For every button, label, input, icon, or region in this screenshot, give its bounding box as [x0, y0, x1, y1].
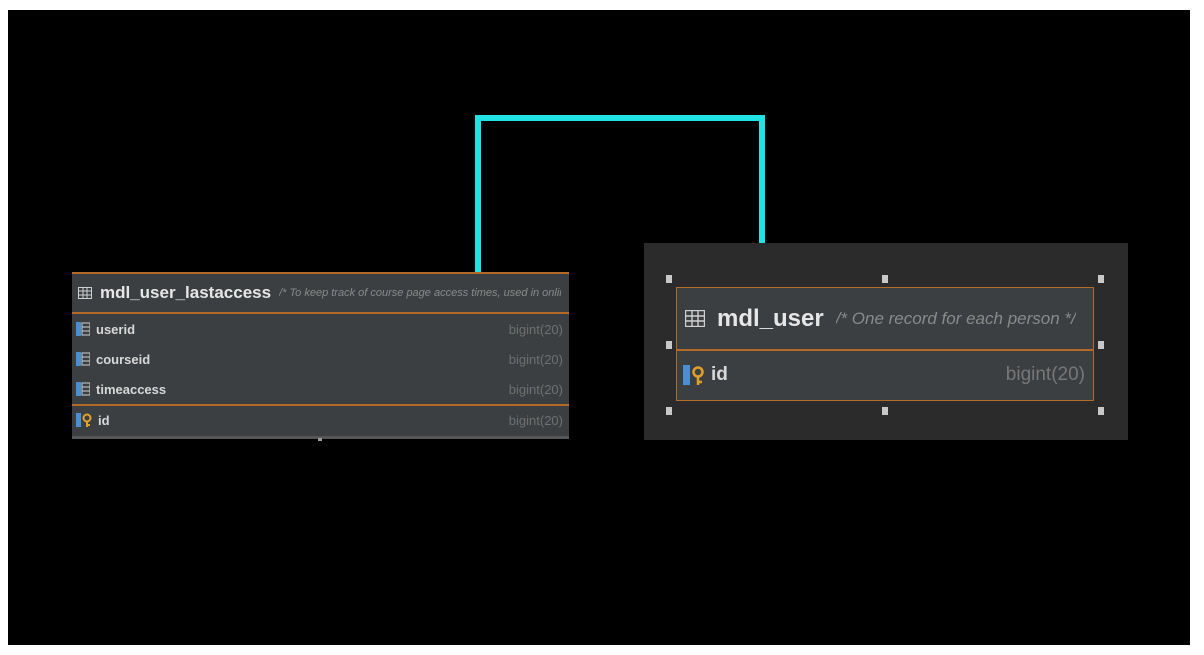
table-mdl-user[interactable]: mdl_user /* One record for each person *…	[676, 287, 1094, 401]
resize-handle-middle-left[interactable]	[666, 341, 672, 349]
primary-key-icon	[76, 413, 92, 427]
table-grid-icon	[685, 310, 705, 327]
resize-handle-top-left[interactable]	[666, 275, 672, 283]
resize-handle-bottom-right[interactable]	[1098, 407, 1104, 415]
column-row-timeaccess[interactable]: timeaccess bigint(20)	[72, 374, 569, 404]
column-name: timeaccess	[96, 381, 167, 397]
column-type: bigint(20)	[508, 412, 563, 428]
table-header[interactable]: mdl_user /* One record for each person *…	[677, 288, 1093, 351]
column-name: id	[711, 364, 728, 385]
resize-handle-top-right[interactable]	[1098, 275, 1104, 283]
table-mdl-user-lastaccess[interactable]: mdl_user_lastaccess /* To keep track of …	[72, 272, 569, 441]
resize-handle-middle-right[interactable]	[1098, 341, 1104, 349]
column-name: id	[98, 412, 110, 428]
diagram-canvas: mdl_user_lastaccess /* To keep track of …	[8, 10, 1190, 645]
primary-key-row[interactable]: id bigint(20)	[72, 404, 569, 434]
column-icon	[76, 382, 90, 396]
column-type: bigint(20)	[508, 351, 563, 367]
resize-tick[interactable]	[318, 438, 322, 441]
primary-key-row[interactable]: id bigint(20)	[677, 351, 1093, 399]
column-icon	[76, 352, 90, 366]
resize-handle-bottom-left[interactable]	[666, 407, 672, 415]
table-name: mdl_user_lastaccess	[100, 283, 272, 302]
resize-handle-top-center[interactable]	[882, 275, 888, 283]
primary-key-icon	[683, 365, 705, 385]
table-grid-icon	[78, 287, 92, 299]
column-row-userid[interactable]: userid bigint(20)	[72, 314, 569, 344]
table-comment: /* To keep track of course page access t…	[279, 287, 561, 299]
table-header[interactable]: mdl_user_lastaccess /* To keep track of …	[72, 274, 569, 314]
column-row-courseid[interactable]: courseid bigint(20)	[72, 344, 569, 374]
column-name: courseid	[96, 351, 151, 367]
column-type: bigint(20)	[1005, 364, 1085, 385]
table-comment: /* One record for each person */	[835, 308, 1076, 328]
table-name: mdl_user	[717, 304, 824, 332]
column-name: userid	[96, 321, 136, 337]
column-type: bigint(20)	[508, 381, 563, 397]
column-type: bigint(20)	[508, 321, 563, 337]
column-icon	[76, 322, 90, 336]
resize-handle-bottom-center[interactable]	[882, 407, 888, 415]
